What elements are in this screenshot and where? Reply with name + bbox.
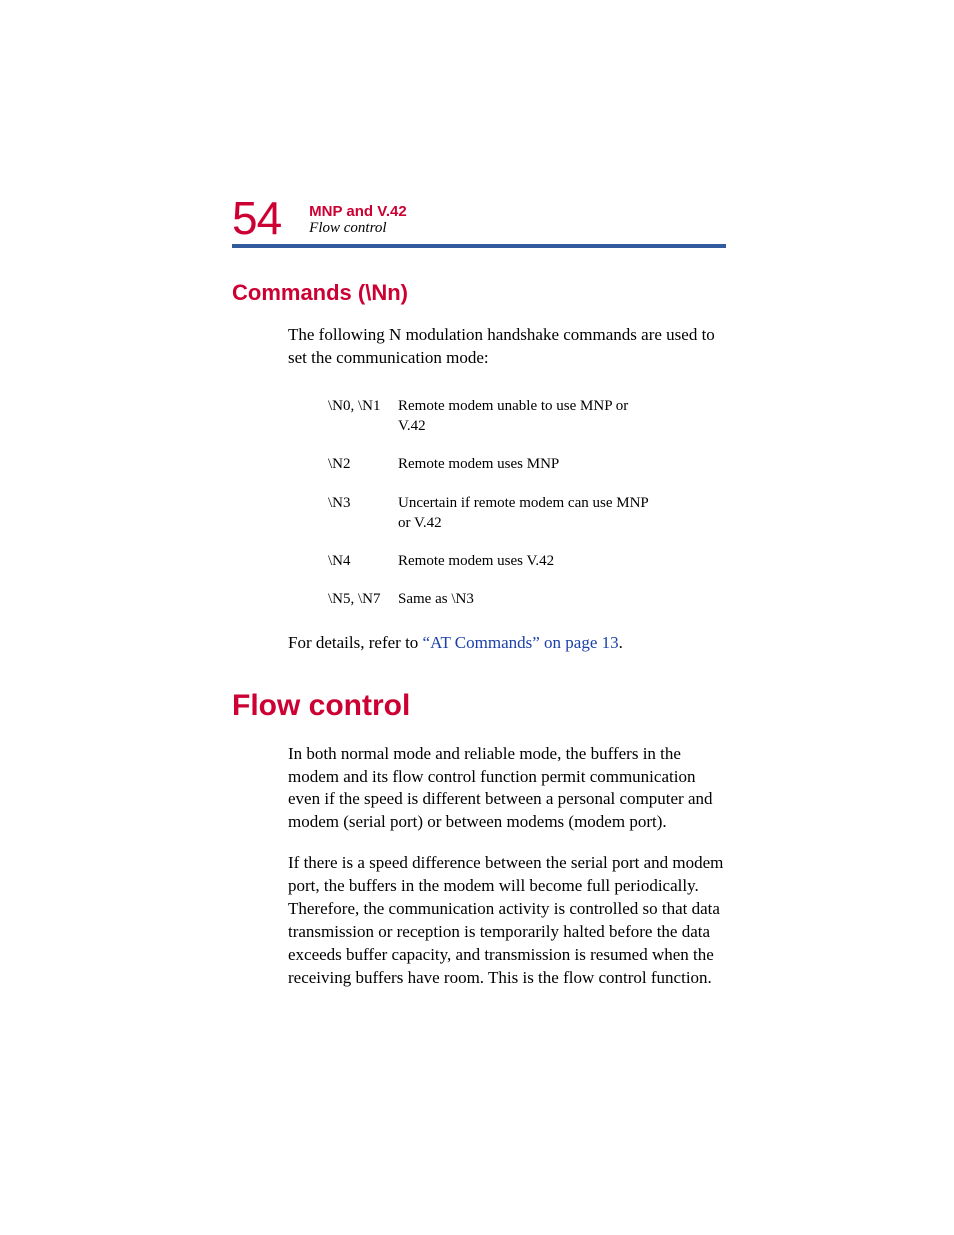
header-rule	[232, 244, 726, 248]
command-desc: Same as \N3	[398, 589, 474, 609]
body-paragraph: In both normal mode and reliable mode, t…	[288, 743, 726, 835]
page-content: Commands (\Nn) The following N modulatio…	[232, 280, 726, 1008]
command-key: \N3	[328, 493, 398, 534]
running-header: 54 MNP and V.42 Flow control	[232, 195, 726, 241]
command-desc: Remote modem uses V.42	[398, 551, 554, 571]
table-row: \N5, \N7 Same as \N3	[328, 589, 726, 609]
command-key: \N0, \N1	[328, 396, 398, 437]
xref-suffix: .	[619, 633, 623, 652]
intro-paragraph: The following N modulation handshake com…	[288, 324, 726, 370]
cross-reference-paragraph: For details, refer to “AT Commands” on p…	[288, 632, 726, 655]
command-desc: Uncertain if remote modem can use MNP or…	[398, 493, 653, 534]
cross-reference-link[interactable]: “AT Commands” on page 13	[423, 633, 619, 652]
table-row: \N3 Uncertain if remote modem can use MN…	[328, 493, 726, 534]
command-key: \N4	[328, 551, 398, 571]
header-chapter-title: MNP and V.42	[309, 203, 407, 220]
command-desc: Remote modem unable to use MNP or V.42	[398, 396, 653, 437]
table-row: \N4 Remote modem uses V.42	[328, 551, 726, 571]
table-row: \N0, \N1 Remote modem unable to use MNP …	[328, 396, 726, 437]
section-heading-flow-control: Flow control	[232, 689, 726, 723]
xref-prefix: For details, refer to	[288, 633, 423, 652]
subsection-heading-commands: Commands (\Nn)	[232, 280, 726, 306]
command-key: \N2	[328, 454, 398, 474]
table-row: \N2 Remote modem uses MNP	[328, 454, 726, 474]
page-number: 54	[232, 195, 281, 241]
header-titles: MNP and V.42 Flow control	[309, 203, 407, 242]
body-paragraph: If there is a speed difference between t…	[288, 852, 726, 990]
header-section-title: Flow control	[309, 220, 407, 237]
document-page: 54 MNP and V.42 Flow control Commands (\…	[0, 0, 954, 1235]
command-table: \N0, \N1 Remote modem unable to use MNP …	[328, 396, 726, 610]
command-key: \N5, \N7	[328, 589, 398, 609]
command-desc: Remote modem uses MNP	[398, 454, 559, 474]
